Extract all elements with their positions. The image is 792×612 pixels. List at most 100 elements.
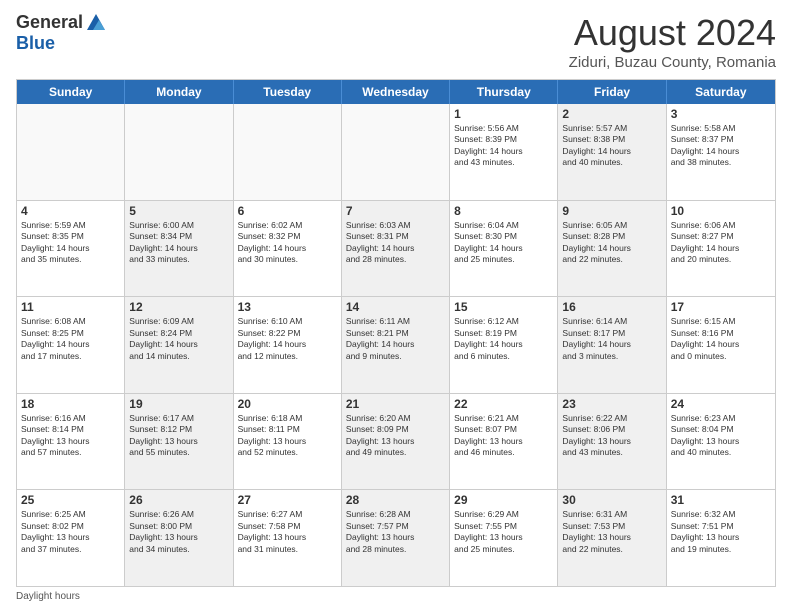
day-number: 2 xyxy=(562,107,661,121)
cal-cell: 24Sunrise: 6:23 AM Sunset: 8:04 PM Dayli… xyxy=(667,394,775,490)
day-number: 30 xyxy=(562,493,661,507)
cal-cell: 12Sunrise: 6:09 AM Sunset: 8:24 PM Dayli… xyxy=(125,297,233,393)
cell-info: Sunrise: 6:12 AM Sunset: 8:19 PM Dayligh… xyxy=(454,316,553,362)
cal-cell: 5 Sunrise: 6:00 AM Sunset: 8:34 PM Daylig… xyxy=(125,201,233,297)
cal-cell: 22 Sunrise: 6:21 AM Sunset: 8:07 PM Dayli… xyxy=(450,394,558,490)
cell-info: Sunrise: 6:06 AM Sunset: 8:27 PM Dayligh… xyxy=(671,220,771,266)
cell-info: Sunrise: 6:04 AM Sunset: 8:30 PM Dayligh… xyxy=(454,220,553,266)
day-number: 6 xyxy=(238,204,337,218)
cal-cell: 28 Sunrise: 6:28 AM Sunset: 7:57 PM Dayli… xyxy=(342,490,450,586)
day-number: 17 xyxy=(671,300,771,314)
cal-cell: 21 Sunrise: 6:20 AM Sunset: 8:09 PM Dayli… xyxy=(342,394,450,490)
cell-info: Sunrise: 6:25 AM Sunset: 8:02 PM Dayligh… xyxy=(21,509,120,555)
cell-info: Sunrise: 6:18 AM Sunset: 8:11 PM Dayligh… xyxy=(238,413,337,459)
cell-info: Sunrise: 6:10 AM Sunset: 8:22 PM Dayligh… xyxy=(238,316,337,362)
page: General Blue August 2024 Ziduri, Buzau C… xyxy=(0,0,792,612)
cell-info: Sunrise: 6:32 AM Sunset: 7:51 PM Dayligh… xyxy=(671,509,771,555)
cell-info: Sunrise: 6:28 AM Sunset: 7:57 PM Dayligh… xyxy=(346,509,445,555)
cal-cell: 17Sunrise: 6:15 AM Sunset: 8:16 PM Dayli… xyxy=(667,297,775,393)
cal-header-cell-saturday: Saturday xyxy=(667,80,775,104)
cal-cell: 2Sunrise: 5:57 AM Sunset: 8:38 PM Daylig… xyxy=(558,104,666,200)
day-number: 16 xyxy=(562,300,661,314)
day-number: 31 xyxy=(671,493,771,507)
header: General Blue August 2024 Ziduri, Buzau C… xyxy=(16,12,776,71)
cell-info: Sunrise: 5:56 AM Sunset: 8:39 PM Dayligh… xyxy=(454,123,553,169)
cell-info: Sunrise: 6:03 AM Sunset: 8:31 PM Dayligh… xyxy=(346,220,445,266)
day-number: 15 xyxy=(454,300,553,314)
day-number: 10 xyxy=(671,204,771,218)
day-number: 24 xyxy=(671,397,771,411)
cal-cell: 18Sunrise: 6:16 AM Sunset: 8:14 PM Dayli… xyxy=(17,394,125,490)
cal-cell: 6 Sunrise: 6:02 AM Sunset: 8:32 PM Daylig… xyxy=(234,201,342,297)
cell-info: Sunrise: 5:59 AM Sunset: 8:35 PM Dayligh… xyxy=(21,220,120,266)
day-number: 14 xyxy=(346,300,445,314)
cal-cell: 10 Sunrise: 6:06 AM Sunset: 8:27 PM Dayli… xyxy=(667,201,775,297)
calendar: SundayMondayTuesdayWednesdayThursdayFrid… xyxy=(16,79,776,587)
cell-info: Sunrise: 6:20 AM Sunset: 8:09 PM Dayligh… xyxy=(346,413,445,459)
logo-blue-text: Blue xyxy=(16,34,107,54)
cal-header-cell-monday: Monday xyxy=(125,80,233,104)
day-number: 11 xyxy=(21,300,120,314)
day-number: 8 xyxy=(454,204,553,218)
day-number: 5 xyxy=(129,204,228,218)
cal-cell: 31 Sunrise: 6:32 AM Sunset: 7:51 PM Dayli… xyxy=(667,490,775,586)
cal-header-cell-friday: Friday xyxy=(558,80,666,104)
cal-cell xyxy=(234,104,342,200)
cell-info: Sunrise: 6:27 AM Sunset: 7:58 PM Dayligh… xyxy=(238,509,337,555)
cal-cell: 1 Sunrise: 5:56 AM Sunset: 8:39 PM Daylig… xyxy=(450,104,558,200)
day-number: 13 xyxy=(238,300,337,314)
cal-cell: 25 Sunrise: 6:25 AM Sunset: 8:02 PM Dayli… xyxy=(17,490,125,586)
day-number: 29 xyxy=(454,493,553,507)
cell-info: Sunrise: 6:29 AM Sunset: 7:55 PM Dayligh… xyxy=(454,509,553,555)
logo: General Blue xyxy=(16,12,107,54)
cell-info: Sunrise: 6:09 AM Sunset: 8:24 PM Dayligh… xyxy=(129,316,228,362)
month-year: August 2024 xyxy=(569,12,776,54)
cal-cell: 9 Sunrise: 6:05 AM Sunset: 8:28 PM Daylig… xyxy=(558,201,666,297)
cal-cell: 30Sunrise: 6:31 AM Sunset: 7:53 PM Dayli… xyxy=(558,490,666,586)
cal-cell: 29 Sunrise: 6:29 AM Sunset: 7:55 PM Dayli… xyxy=(450,490,558,586)
cal-cell: 15 Sunrise: 6:12 AM Sunset: 8:19 PM Dayli… xyxy=(450,297,558,393)
cell-info: Sunrise: 6:11 AM Sunset: 8:21 PM Dayligh… xyxy=(346,316,445,362)
day-number: 25 xyxy=(21,493,120,507)
cal-header-cell-wednesday: Wednesday xyxy=(342,80,450,104)
day-number: 27 xyxy=(238,493,337,507)
cal-row-3: 18Sunrise: 6:16 AM Sunset: 8:14 PM Dayli… xyxy=(17,394,775,491)
day-number: 22 xyxy=(454,397,553,411)
cell-info: Sunrise: 6:17 AM Sunset: 8:12 PM Dayligh… xyxy=(129,413,228,459)
cell-info: Sunrise: 6:14 AM Sunset: 8:17 PM Dayligh… xyxy=(562,316,661,362)
title-block: August 2024 Ziduri, Buzau County, Romani… xyxy=(569,12,776,71)
cal-header-cell-sunday: Sunday xyxy=(17,80,125,104)
day-number: 1 xyxy=(454,107,553,121)
day-number: 26 xyxy=(129,493,228,507)
cal-cell: 8 Sunrise: 6:04 AM Sunset: 8:30 PM Daylig… xyxy=(450,201,558,297)
cal-cell xyxy=(342,104,450,200)
day-number: 9 xyxy=(562,204,661,218)
cal-row-4: 25 Sunrise: 6:25 AM Sunset: 8:02 PM Dayli… xyxy=(17,490,775,586)
cal-cell: 3 Sunrise: 5:58 AM Sunset: 8:37 PM Daylig… xyxy=(667,104,775,200)
cell-info: Sunrise: 5:58 AM Sunset: 8:37 PM Dayligh… xyxy=(671,123,771,169)
cal-cell: 11 Sunrise: 6:08 AM Sunset: 8:25 PM Dayli… xyxy=(17,297,125,393)
cell-info: Sunrise: 6:02 AM Sunset: 8:32 PM Dayligh… xyxy=(238,220,337,266)
cell-info: Sunrise: 6:26 AM Sunset: 8:00 PM Dayligh… xyxy=(129,509,228,555)
cal-cell: 13 Sunrise: 6:10 AM Sunset: 8:22 PM Dayli… xyxy=(234,297,342,393)
cal-cell: 27 Sunrise: 6:27 AM Sunset: 7:58 PM Dayli… xyxy=(234,490,342,586)
cal-cell: 7 Sunrise: 6:03 AM Sunset: 8:31 PM Daylig… xyxy=(342,201,450,297)
cell-info: Sunrise: 6:08 AM Sunset: 8:25 PM Dayligh… xyxy=(21,316,120,362)
cell-info: Sunrise: 6:05 AM Sunset: 8:28 PM Dayligh… xyxy=(562,220,661,266)
cal-header-cell-thursday: Thursday xyxy=(450,80,558,104)
cal-row-1: 4Sunrise: 5:59 AM Sunset: 8:35 PM Daylig… xyxy=(17,201,775,298)
daylight-label: Daylight hours xyxy=(16,591,80,602)
cal-cell xyxy=(17,104,125,200)
cal-cell: 14 Sunrise: 6:11 AM Sunset: 8:21 PM Dayli… xyxy=(342,297,450,393)
cell-info: Sunrise: 6:21 AM Sunset: 8:07 PM Dayligh… xyxy=(454,413,553,459)
day-number: 28 xyxy=(346,493,445,507)
day-number: 3 xyxy=(671,107,771,121)
cell-info: Sunrise: 6:22 AM Sunset: 8:06 PM Dayligh… xyxy=(562,413,661,459)
day-number: 21 xyxy=(346,397,445,411)
cell-info: Sunrise: 6:16 AM Sunset: 8:14 PM Dayligh… xyxy=(21,413,120,459)
cal-cell: 4Sunrise: 5:59 AM Sunset: 8:35 PM Daylig… xyxy=(17,201,125,297)
day-number: 7 xyxy=(346,204,445,218)
cal-cell: 16 Sunrise: 6:14 AM Sunset: 8:17 PM Dayli… xyxy=(558,297,666,393)
logo-general-text: General xyxy=(16,13,83,33)
cell-info: Sunrise: 6:00 AM Sunset: 8:34 PM Dayligh… xyxy=(129,220,228,266)
